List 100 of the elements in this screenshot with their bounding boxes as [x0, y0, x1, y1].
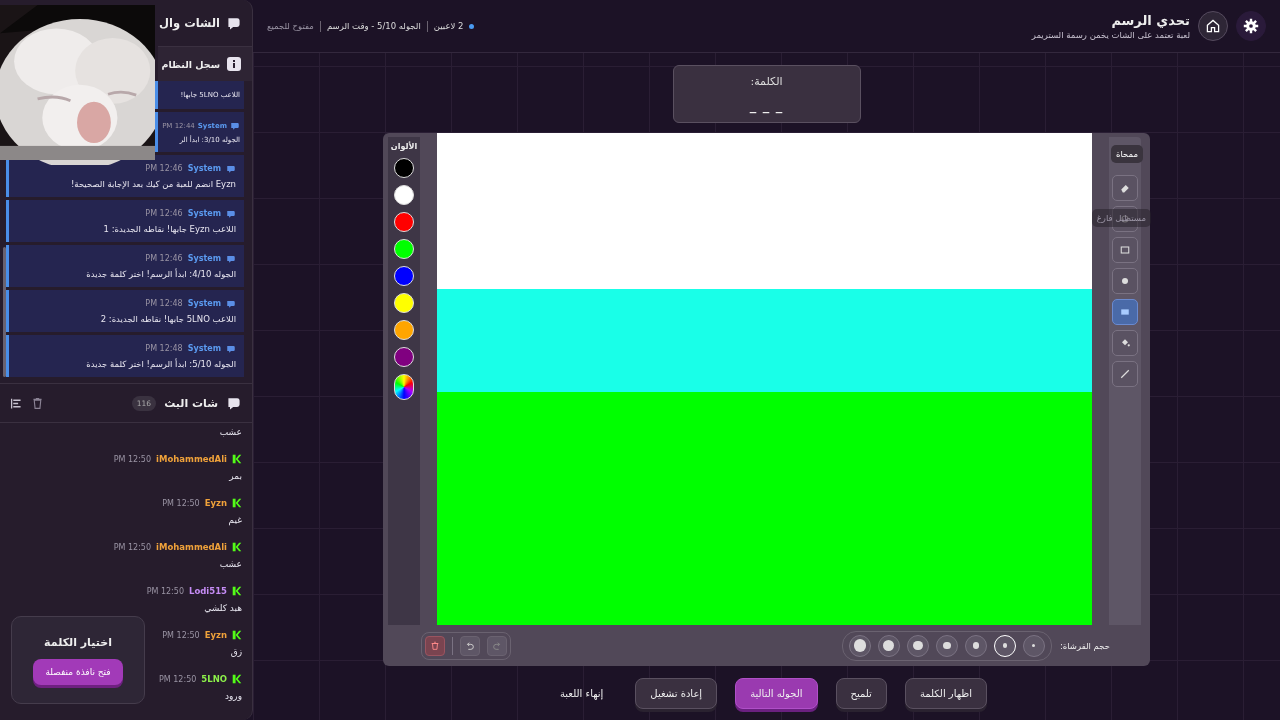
message-text: بمر — [229, 471, 242, 481]
platform-icon — [232, 454, 242, 464]
section-title: سجل النظام — [161, 58, 220, 70]
platform-icon — [232, 674, 242, 684]
chat-icon — [226, 395, 242, 411]
tooltip: مستطيل فارغ — [1091, 209, 1151, 227]
message-time: 12:46 PM — [145, 164, 183, 173]
username: 5LNO — [201, 674, 227, 684]
platform-icon — [232, 630, 242, 640]
message-text: الجوله 5/10: ابدأ الرسم! اختر كلمة جديدة — [85, 358, 236, 369]
sender-name: System — [187, 254, 221, 263]
scrollbar[interactable] — [3, 247, 6, 377]
tool-button[interactable] — [1112, 175, 1138, 201]
username: Lodi515 — [189, 586, 227, 596]
brush-size-button[interactable] — [964, 634, 987, 657]
undo-button[interactable] — [460, 635, 480, 656]
chat-icon — [226, 298, 236, 309]
message-text: عشب — [219, 427, 242, 437]
filled-rectangle-icon — [1119, 306, 1131, 318]
color-swatch[interactable] — [394, 212, 414, 232]
sender-name: System — [187, 344, 221, 353]
rectangle-icon — [1119, 244, 1131, 256]
message-text: ورود — [224, 691, 242, 701]
color-swatch[interactable] — [394, 185, 414, 205]
action-button[interactable]: إنهاء اللعبة — [545, 679, 618, 708]
brush-size-button[interactable] — [935, 634, 958, 657]
brush-size-button[interactable] — [877, 634, 900, 657]
action-button[interactable]: الجوله التالية — [735, 678, 818, 709]
color-picker[interactable] — [394, 374, 414, 400]
message-time: 12:50 PM — [113, 454, 152, 464]
color-swatch[interactable] — [394, 266, 414, 286]
color-swatch[interactable] — [394, 320, 414, 340]
username: iMohammedAli — [156, 542, 227, 552]
username: Eyzn — [204, 498, 227, 508]
card-title: اختيار الكلمة — [44, 635, 112, 649]
color-swatch[interactable] — [394, 293, 414, 313]
trash-icon[interactable] — [31, 396, 44, 410]
palette-title: الألوان — [390, 142, 418, 151]
platform-icon — [232, 586, 242, 596]
message-time: 12:46 PM — [145, 209, 183, 218]
chat-icon — [230, 120, 240, 131]
message-text: اللاعب 5LNO جابها! نقاطه الجديدة: 2 — [99, 313, 236, 324]
action-button[interactable]: اظهار الكلمة — [904, 678, 988, 709]
home-button[interactable] — [1198, 11, 1228, 41]
color-swatch[interactable] — [394, 347, 414, 367]
word-hint: _ _ _ — [749, 98, 784, 113]
username: iMohammedAli — [156, 454, 227, 464]
chat-icon — [226, 163, 236, 174]
brush-size-button[interactable] — [906, 634, 929, 657]
filter-icon[interactable] — [10, 396, 23, 410]
chat-icon — [226, 15, 242, 31]
sender-name: System — [187, 299, 221, 308]
message-text: هبد كلشي — [204, 603, 242, 613]
eraser-icon — [1119, 182, 1131, 194]
sender-name: System — [187, 164, 221, 173]
undo-icon — [465, 640, 475, 651]
message-text: اللاعب Eyzn جابها! نقاطه الجديدة: 1 — [102, 223, 236, 234]
message-time: 12:50 PM — [146, 586, 184, 596]
tool-button[interactable] — [1112, 268, 1138, 294]
clear-button[interactable] — [425, 635, 445, 656]
status-dot — [469, 23, 475, 29]
app-subtitle: لعبة تعتمد على الشات يخمن رسمة الستريمر — [1031, 29, 1190, 40]
platform-icon — [232, 542, 242, 552]
settings-button[interactable] — [1236, 11, 1266, 41]
message-time: 12:50 PM — [162, 630, 200, 640]
section-title: شات البث — [164, 396, 218, 410]
trash-icon — [430, 640, 440, 651]
message-text: زق — [230, 647, 242, 657]
message-text: عشب — [219, 559, 242, 569]
status-text: الجوله 5/10 - وقت الرسم — [326, 21, 421, 31]
message-time: 12:48 PM — [145, 299, 183, 308]
color-swatch[interactable] — [394, 158, 414, 178]
message-time: 12:50 PM — [162, 498, 200, 508]
color-swatch[interactable] — [394, 239, 414, 259]
message-text: Eyzn انضم للعبة من كيك بعد الإجابة الصحيحة! — [69, 178, 236, 189]
brush-size-button[interactable] — [848, 634, 871, 657]
platform-icon — [232, 498, 242, 508]
tool-button[interactable] — [1112, 299, 1138, 325]
message-time: 12:50 PM — [159, 674, 197, 684]
word-label: الكلمة: — [750, 75, 783, 88]
redo-icon — [492, 640, 502, 651]
action-button[interactable]: تلميح — [835, 678, 887, 709]
circle-icon — [1119, 275, 1131, 287]
tool-button[interactable] — [1112, 237, 1138, 263]
message-text: الجوله 4/10: ابدأ الرسم! اختر كلمة جديدة — [85, 268, 236, 279]
line-icon — [1119, 368, 1131, 380]
bucket-icon — [1119, 337, 1131, 349]
action-button[interactable]: إعادة تشغيل — [635, 678, 718, 709]
message-text: غيم — [228, 515, 242, 525]
brush-size-label: حجم الفرشاة: — [1059, 640, 1110, 651]
status-text: مفتوح للجميع — [267, 21, 314, 31]
message-time: 12:50 PM — [113, 542, 152, 552]
app-title: تحدي الرسم — [1110, 12, 1190, 28]
chat-icon — [226, 208, 236, 219]
info-icon — [226, 56, 242, 72]
tool-button[interactable] — [1112, 330, 1138, 356]
username: Eyzn — [204, 630, 227, 640]
open-window-button[interactable]: فتح نافذة منفصلة — [33, 658, 123, 685]
chat-icon — [226, 343, 236, 354]
tooltip: ممحاة — [1111, 145, 1143, 163]
